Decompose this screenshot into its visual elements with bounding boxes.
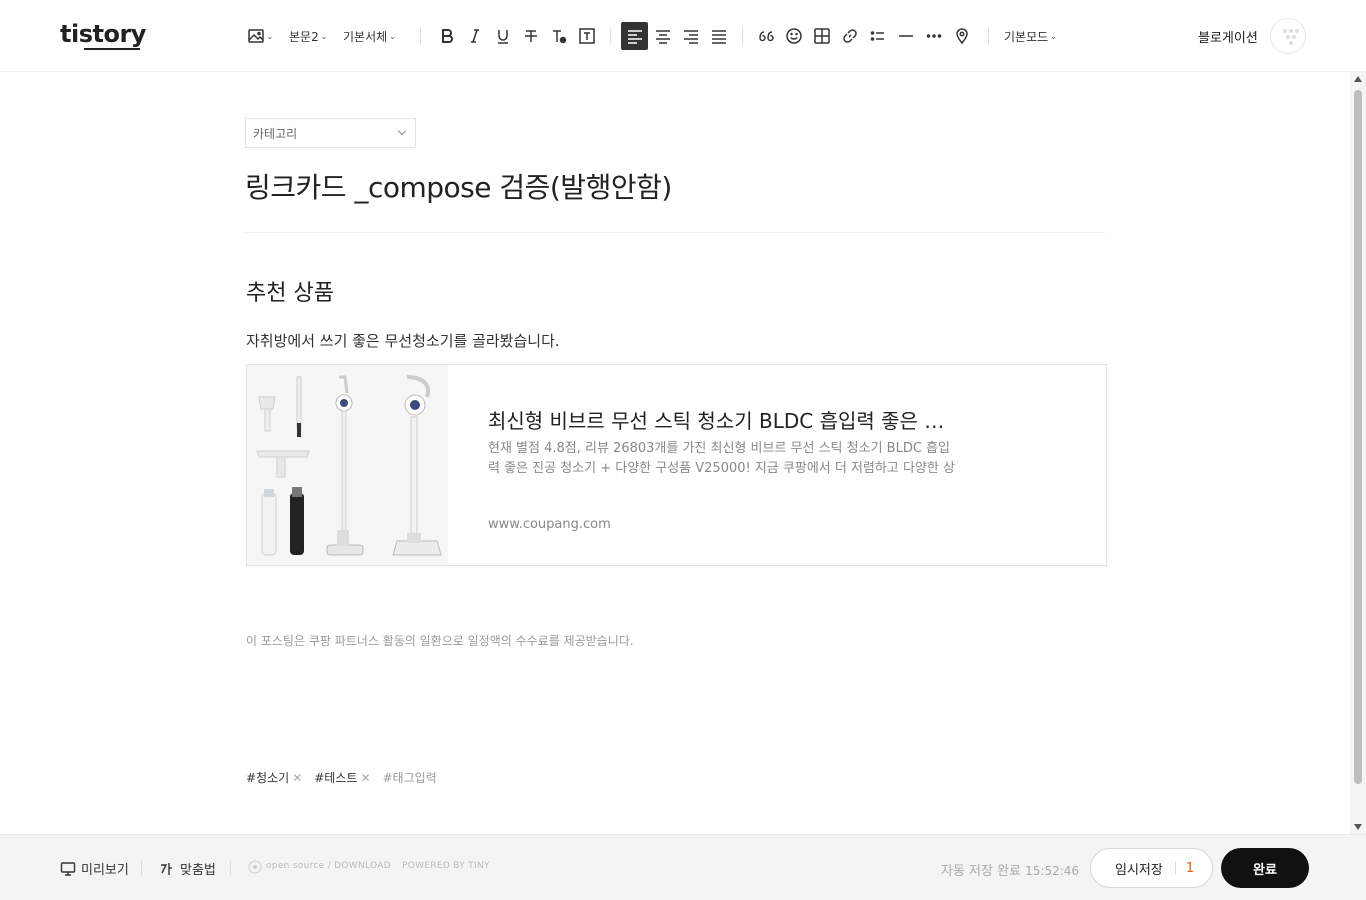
align-left-button[interactable] <box>621 22 648 50</box>
text-background-button[interactable] <box>576 22 598 50</box>
text-color-icon <box>553 30 567 44</box>
align-center-button[interactable] <box>652 22 674 50</box>
bullet-list-button[interactable] <box>867 22 889 50</box>
bullet-list-icon <box>870 31 884 41</box>
image-icon <box>247 29 264 43</box>
emoticon-button[interactable] <box>783 22 805 50</box>
align-justify-icon <box>712 30 726 44</box>
map-pin-icon <box>956 28 968 45</box>
horizontal-line-icon <box>899 35 913 37</box>
font-family-label: 기본서체 <box>343 29 388 44</box>
category-placeholder: 카테고리 <box>253 127 298 141</box>
draft-count[interactable]: 1 <box>1186 861 1194 876</box>
link-card-url: www.coupang.com <box>488 517 611 532</box>
spellcheck-label: 맞춤법 <box>180 863 216 878</box>
scroll-down-arrow-icon[interactable] <box>1354 824 1362 830</box>
location-button[interactable] <box>951 22 973 50</box>
more-icon <box>926 34 942 38</box>
category-select[interactable]: 카테고리 <box>245 118 416 148</box>
open-source-link[interactable]: open source / DOWNLOAD <box>266 861 391 871</box>
bold-icon <box>442 29 453 43</box>
strikethrough-button[interactable] <box>520 22 542 50</box>
link-card-title: 최신형 비브르 무선 스틱 청소기 BLDC 흡입력 좋은 진공 청소기 + 다… <box>488 409 958 433</box>
align-right-button[interactable] <box>680 22 702 50</box>
chevron-down-icon: ⌄ <box>1050 31 1057 41</box>
link-card[interactable]: 최신형 비브르 무선 스틱 청소기 BLDC 흡입력 좋은 진공 청소기 + 다… <box>246 364 1107 566</box>
italic-button[interactable] <box>464 22 486 50</box>
chevron-down-icon: ⌄ <box>389 31 396 41</box>
save-draft-label: 임시저장 <box>1115 862 1163 878</box>
spellcheck-button[interactable]: 맞춤법 <box>159 859 216 878</box>
link-card-description: 현재 별점 4.8점, 리뷰 26803개를 가진 최신형 비브르 무선 스틱 … <box>488 441 955 476</box>
autosave-status: 자동 저장 완료 15:52:46 <box>941 860 1079 879</box>
save-draft-button[interactable]: 임시저장 1 <box>1090 848 1213 888</box>
quote-icon <box>759 31 774 42</box>
bold-button[interactable] <box>436 22 458 50</box>
tag-area: #청소기 ✕ #테스트 ✕ #태그입력 <box>246 769 437 786</box>
preview-button[interactable]: 미리보기 <box>60 859 129 878</box>
underline-icon <box>498 30 508 44</box>
logo-underline <box>84 48 140 50</box>
smiley-icon <box>786 28 802 44</box>
scroll-up-arrow-icon[interactable] <box>1354 76 1362 82</box>
table-button[interactable] <box>811 22 833 50</box>
text-background-icon <box>579 28 595 44</box>
link-button[interactable] <box>839 22 861 50</box>
post-title-input[interactable]: 링크카드 _compose 검증(발행안함) <box>245 166 672 206</box>
table-icon <box>814 28 830 44</box>
tag-input[interactable]: #태그입력 <box>383 769 437 786</box>
monitor-icon <box>60 861 76 876</box>
content-heading[interactable]: 추천 상품 <box>246 275 334 307</box>
autosave-time: 15:52:46 <box>1025 864 1080 878</box>
horizontal-line-button[interactable] <box>895 22 917 50</box>
scrollbar-thumb[interactable] <box>1354 90 1362 784</box>
remove-tag-icon[interactable]: ✕ <box>292 771 302 785</box>
align-right-icon <box>684 30 698 44</box>
font-family-dropdown[interactable]: 기본서체 ⌄ <box>343 22 396 50</box>
product-thumbnail <box>247 365 448 565</box>
title-divider <box>245 232 1105 233</box>
quote-button[interactable] <box>755 22 777 50</box>
avatar[interactable] <box>1270 18 1306 54</box>
tag-item: #청소기 ✕ <box>246 769 302 786</box>
preview-label: 미리보기 <box>81 863 129 878</box>
tag-label: #청소기 <box>246 771 290 785</box>
editor-mode-dropdown[interactable]: 기본모드 ⌄ <box>1004 22 1057 50</box>
align-center-icon <box>656 30 670 44</box>
powered-by-tiny: POWERED BY TINY <box>402 861 490 871</box>
blog-name[interactable]: 블로게이션 <box>1198 27 1258 46</box>
align-left-icon <box>627 30 642 44</box>
paragraph-style-label: 본문2 <box>289 29 319 44</box>
strikethrough-icon <box>525 30 537 42</box>
autosave-label: 자동 저장 완료 <box>941 864 1022 879</box>
spellcheck-icon <box>161 862 172 875</box>
vacuum-cleaner-image <box>247 365 448 565</box>
content-paragraph[interactable]: 자취방에서 쓰기 좋은 무선청소기를 골라봤습니다. <box>246 330 560 351</box>
open-source-icon <box>248 860 262 874</box>
remove-tag-icon[interactable]: ✕ <box>360 771 370 785</box>
vertical-scrollbar[interactable] <box>1350 72 1366 834</box>
align-justify-button[interactable] <box>708 22 730 50</box>
paragraph-style-dropdown[interactable]: 본문2 ⌄ <box>289 22 327 50</box>
editor-toolbar: tistory ⌄ 본문2 ⌄ 기본서체 ⌄ 기본모드 ⌄ 블로게이션 <box>0 0 1366 72</box>
chevron-down-icon <box>397 126 407 136</box>
tag-label: #테스트 <box>314 771 358 785</box>
text-color-button[interactable] <box>548 22 570 50</box>
insert-image-button[interactable]: ⌄ <box>246 22 274 50</box>
italic-icon <box>471 29 479 43</box>
editor-footer: 미리보기 맞춤법 open source / DOWNLOAD POWERED … <box>0 834 1366 900</box>
partners-disclaimer[interactable]: 이 포스팅은 쿠팡 파트너스 활동의 일환으로 일정액의 수수료를 제공받습니다… <box>246 632 634 649</box>
tistory-logo[interactable]: tistory <box>60 20 146 48</box>
underline-button[interactable] <box>492 22 514 50</box>
link-icon <box>843 29 857 43</box>
publish-button[interactable]: 완료 <box>1221 848 1309 888</box>
more-button[interactable] <box>923 22 945 50</box>
editor-mode-label: 기본모드 <box>1004 29 1049 44</box>
tag-item: #테스트 ✕ <box>314 769 370 786</box>
chevron-down-icon: ⌄ <box>320 31 328 41</box>
